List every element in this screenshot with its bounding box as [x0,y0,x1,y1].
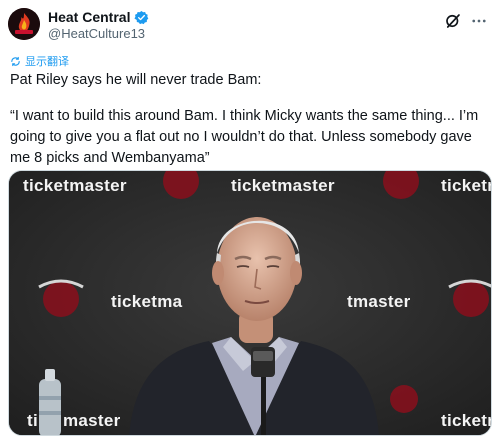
handle[interactable]: @HeatCulture13 [48,26,145,41]
tweet-text-line1: Pat Riley says he will never trade Bam: [10,72,262,88]
translate-icon [11,56,20,66]
grok-button[interactable] [442,10,464,32]
backdrop-text-bottom-right: ticketm [441,411,492,430]
backdrop-text-mid-right: tmaster [347,292,411,311]
backdrop-text-top-mid: ticketmaster [231,176,335,195]
tweet-header: Heat Central @HeatCulture13 [8,6,492,46]
more-button[interactable] [468,10,490,32]
heat-logo-avatar [8,8,40,40]
backdrop-text-mid-left: ticketma [111,292,183,311]
avatar[interactable] [8,8,40,40]
show-translation-label: 显示翻译 [25,56,69,68]
press-conference-image: ticketmaster ticketmaster ticketm ticket… [9,171,492,435]
tweet-media-video[interactable]: ticketmaster ticketmaster ticketm ticket… [8,170,492,436]
backdrop-text-top-right: ticketm [441,176,492,195]
tweet-text-quote: “I want to build this around Bam. I thin… [10,108,479,166]
verified-badge-icon [134,10,149,24]
more-icon [472,19,486,23]
backdrop-text-bottom-left: ti [27,411,38,430]
backdrop-text-top-left: ticketmaster [23,176,127,195]
backdrop-text-bottom-mid: master [63,411,121,430]
show-translation-link[interactable]: 显示翻译 [10,53,69,69]
display-name[interactable]: Heat Central [48,9,130,25]
name-row: Heat Central [48,9,149,25]
grok-icon [446,14,460,28]
